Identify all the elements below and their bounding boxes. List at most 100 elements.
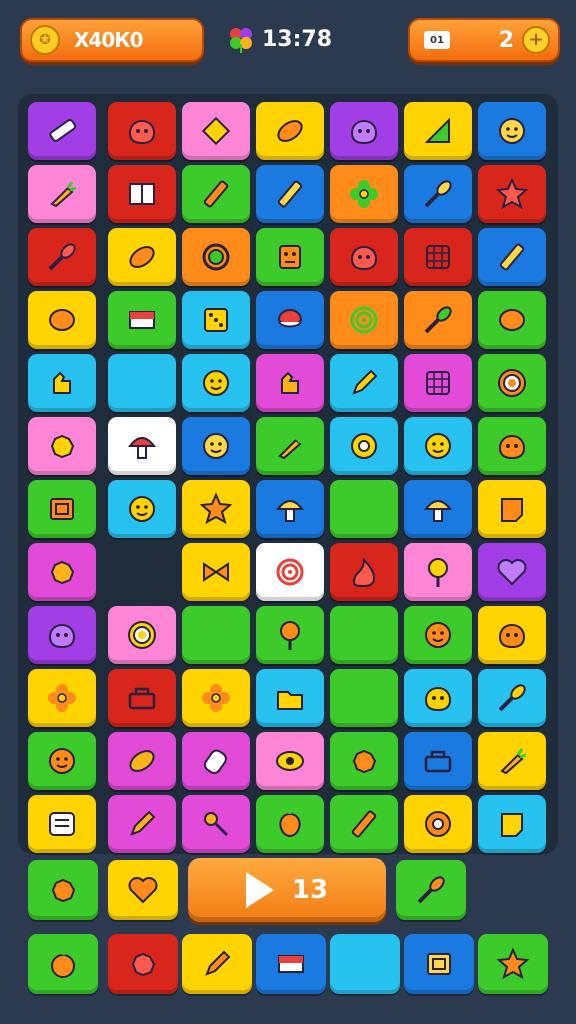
- tile-brush[interactable]: [478, 669, 546, 727]
- tile-basket[interactable]: [108, 669, 176, 727]
- spiral-icon: [343, 300, 385, 340]
- tile-face[interactable]: [478, 102, 546, 160]
- tile-ring[interactable]: [182, 228, 250, 286]
- tile-grid[interactable]: [404, 354, 472, 412]
- tile-empty[interactable]: [108, 354, 176, 412]
- tile-face[interactable]: [28, 732, 96, 790]
- tile-cup[interactable]: [256, 291, 324, 349]
- tile-face[interactable]: [182, 417, 250, 475]
- target-icon: [491, 363, 533, 403]
- tile-empty[interactable]: [330, 934, 400, 994]
- tile-lollipop[interactable]: [256, 606, 324, 664]
- tile-star[interactable]: [478, 934, 548, 994]
- tile-eye[interactable]: [256, 732, 324, 790]
- tile-donut[interactable]: [404, 795, 472, 853]
- tile-crayon[interactable]: [478, 228, 546, 286]
- tile-basket[interactable]: [404, 732, 472, 790]
- tile-crayon[interactable]: [182, 165, 250, 223]
- tile-empty[interactable]: [330, 606, 398, 664]
- tile-face[interactable]: [108, 480, 176, 538]
- tile-splat[interactable]: [108, 934, 178, 994]
- tile-empty[interactable]: [330, 669, 398, 727]
- tile-monster[interactable]: [28, 606, 96, 664]
- tile-splat[interactable]: [330, 732, 398, 790]
- tile-candy[interactable]: [108, 732, 176, 790]
- tile-spiral[interactable]: [256, 543, 324, 601]
- tile-splat[interactable]: [28, 543, 96, 601]
- tile-donut[interactable]: [330, 417, 398, 475]
- tile-empty[interactable]: [330, 480, 398, 538]
- tile-spiral[interactable]: [330, 291, 398, 349]
- tile-heart[interactable]: [478, 543, 546, 601]
- tile-frame[interactable]: [404, 934, 474, 994]
- tile-spoon[interactable]: [182, 795, 250, 853]
- tile-crayon[interactable]: [256, 165, 324, 223]
- tile-flower[interactable]: [182, 669, 250, 727]
- tile-bow[interactable]: [182, 543, 250, 601]
- tile-flower[interactable]: [28, 669, 96, 727]
- target-icon: [121, 615, 163, 655]
- tile-robot[interactable]: [256, 228, 324, 286]
- tile-heart[interactable]: [108, 860, 178, 920]
- tile-flower[interactable]: [330, 165, 398, 223]
- tile-eraser[interactable]: [28, 102, 96, 160]
- tile-empty[interactable]: [182, 606, 250, 664]
- book-icon: [121, 174, 163, 214]
- tile-gem[interactable]: [478, 291, 546, 349]
- tile-star[interactable]: [182, 480, 250, 538]
- tile-target[interactable]: [478, 354, 546, 412]
- tile-pencil[interactable]: [330, 354, 398, 412]
- tile-pad[interactable]: [28, 795, 96, 853]
- tile-face[interactable]: [182, 354, 250, 412]
- tile-mushroom[interactable]: [108, 417, 176, 475]
- tile-gem[interactable]: [28, 291, 96, 349]
- tile-note[interactable]: [478, 795, 546, 853]
- tile-brush[interactable]: [28, 228, 96, 286]
- tile-mushroom[interactable]: [404, 480, 472, 538]
- tile-face[interactable]: [404, 417, 472, 475]
- tile-monster[interactable]: [404, 669, 472, 727]
- tile-monster[interactable]: [478, 417, 546, 475]
- tile-face[interactable]: [404, 606, 472, 664]
- tile-star[interactable]: [478, 165, 546, 223]
- tile-flame[interactable]: [330, 543, 398, 601]
- tile-brush[interactable]: [404, 165, 472, 223]
- tile-carrot[interactable]: [478, 732, 546, 790]
- tile-monster[interactable]: [330, 102, 398, 160]
- tile-mushroom[interactable]: [256, 480, 324, 538]
- tile-splat[interactable]: [28, 860, 98, 920]
- tile-pepper[interactable]: [256, 795, 324, 853]
- tile-apple[interactable]: [28, 934, 98, 994]
- tile-crayon[interactable]: [330, 795, 398, 853]
- tile-lollipop[interactable]: [404, 543, 472, 601]
- tile-hand[interactable]: [28, 354, 96, 412]
- tile-frame[interactable]: [28, 480, 96, 538]
- tile-bottle[interactable]: [182, 732, 250, 790]
- tile-splat[interactable]: [28, 417, 96, 475]
- tile-monster[interactable]: [478, 606, 546, 664]
- tile-pencil[interactable]: [108, 795, 176, 853]
- tile-book[interactable]: [108, 165, 176, 223]
- tile-monster[interactable]: [108, 102, 176, 160]
- monster-icon: [343, 111, 385, 151]
- tile-leaf[interactable]: [404, 102, 472, 160]
- tile-brush[interactable]: [396, 860, 466, 920]
- tile-carrot[interactable]: [256, 417, 324, 475]
- tile-monster[interactable]: [330, 228, 398, 286]
- tile-carrot[interactable]: [28, 165, 96, 223]
- tile-brush[interactable]: [404, 291, 472, 349]
- tile-diamond[interactable]: [182, 102, 250, 160]
- tile-grid[interactable]: [404, 228, 472, 286]
- add-lives-button[interactable]: +: [522, 26, 550, 54]
- tile-pencil[interactable]: [182, 934, 252, 994]
- tile-candy[interactable]: [108, 228, 176, 286]
- tile-candy[interactable]: [256, 102, 324, 160]
- tile-flag[interactable]: [256, 934, 326, 994]
- tile-folder[interactable]: [256, 669, 324, 727]
- tile-dice[interactable]: [182, 291, 250, 349]
- tile-hand[interactable]: [256, 354, 324, 412]
- tile-target[interactable]: [108, 606, 176, 664]
- tile-note[interactable]: [478, 480, 546, 538]
- play-button[interactable]: 13: [188, 858, 386, 922]
- tile-flag[interactable]: [108, 291, 176, 349]
